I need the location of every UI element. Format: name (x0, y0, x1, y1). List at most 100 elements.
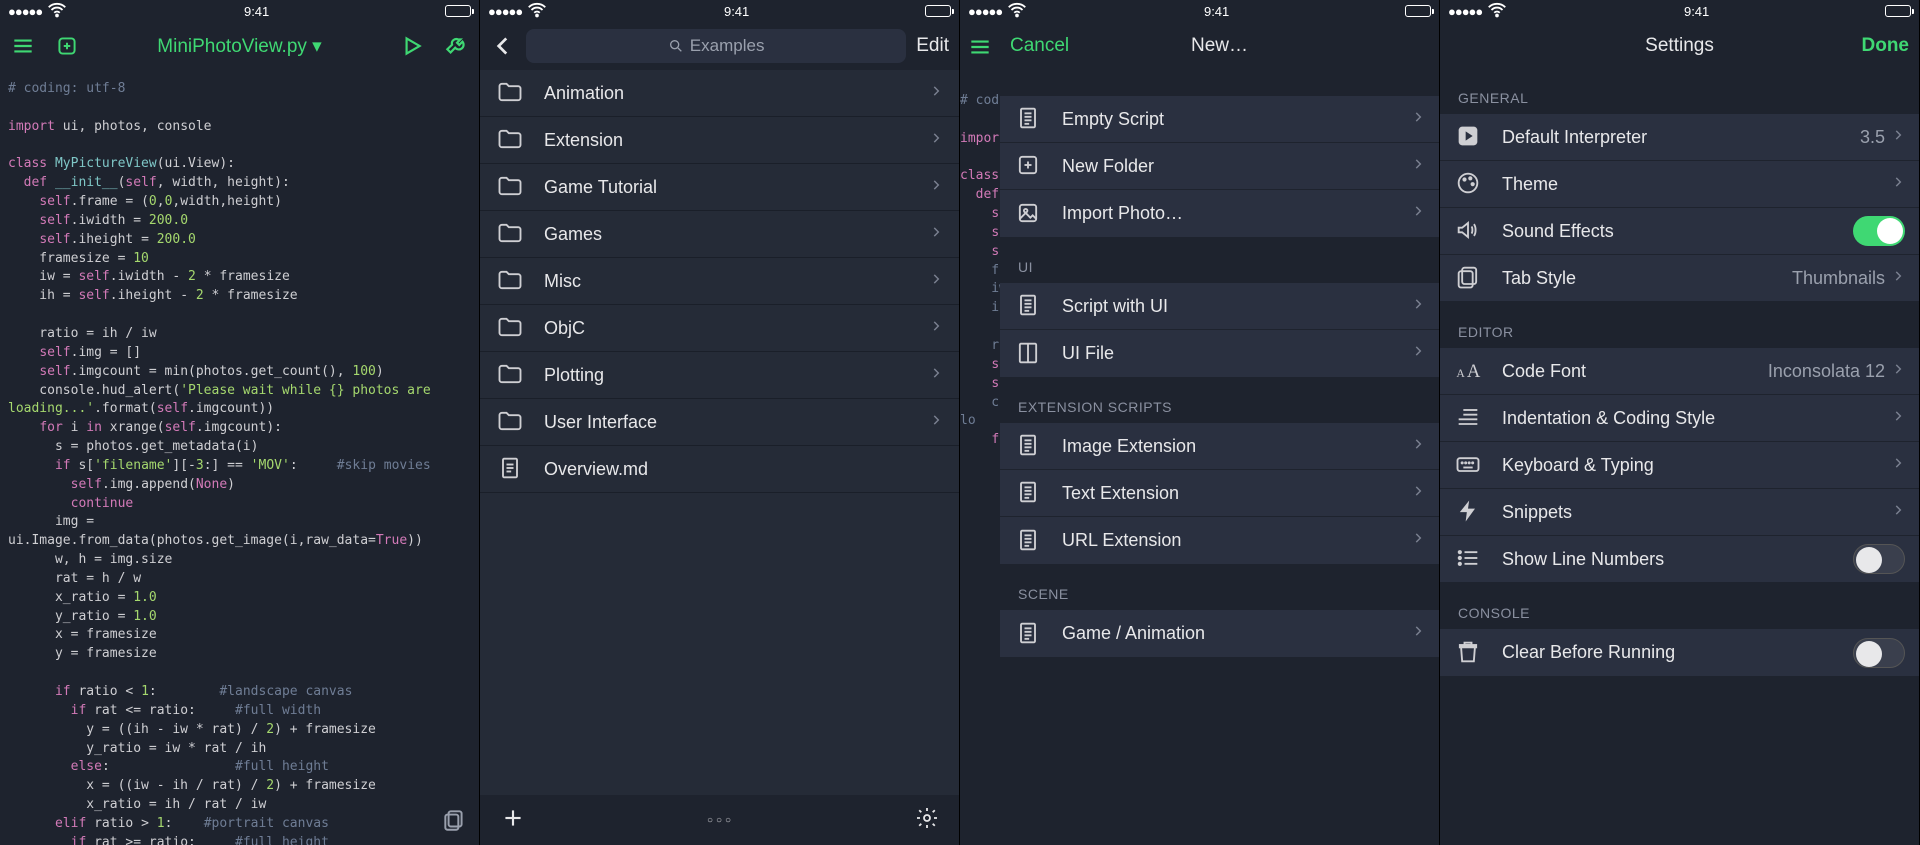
done-button[interactable]: Done (1862, 35, 1910, 57)
list-item[interactable]: Script with UI (1000, 283, 1439, 330)
cancel-button[interactable]: Cancel (1010, 35, 1069, 57)
item-label: Sound Effects (1502, 221, 1853, 242)
list-item[interactable]: Game / Animation (1000, 610, 1439, 657)
indent-icon (1454, 403, 1484, 433)
chevron-right-icon (1891, 503, 1905, 522)
file-icon (496, 454, 526, 484)
list-item[interactable]: Animation (480, 70, 959, 117)
signal-dots-icon: ●●●●● (1448, 4, 1482, 19)
menu-button[interactable] (10, 33, 36, 59)
list-item[interactable]: Import Photo… (1000, 190, 1439, 237)
status-bar: ●●●●● 9:41 (960, 0, 1439, 22)
settings-row[interactable]: Sound Effects (1440, 208, 1919, 255)
script-icon (1014, 478, 1044, 508)
value-label: 3.5 (1860, 127, 1885, 148)
settings-row[interactable]: Default Interpreter3.5 (1440, 114, 1919, 161)
settings-row[interactable]: AA Code FontInconsolata 12 (1440, 348, 1919, 395)
item-label: Misc (544, 271, 929, 292)
folder-icon (496, 407, 526, 437)
status-bar: ●●●●● 9:41 (480, 0, 959, 22)
chevron-right-icon (1891, 128, 1905, 147)
list-item[interactable]: Game Tutorial (480, 164, 959, 211)
navbar: Cancel New… (1000, 22, 1439, 70)
list-item[interactable]: Misc (480, 258, 959, 305)
folder-icon (496, 219, 526, 249)
wifi-icon (46, 0, 68, 24)
toolbar: ○○○ (480, 795, 959, 845)
item-label: User Interface (544, 412, 929, 433)
toggle-switch[interactable] (1853, 216, 1905, 246)
list-item[interactable]: Extension (480, 117, 959, 164)
settings-row[interactable]: Show Line Numbers (1440, 536, 1919, 583)
list-item[interactable]: Overview.md (480, 446, 959, 493)
font-icon: AA (1454, 356, 1484, 386)
section-header: EXTENSION SCRIPTS (1000, 377, 1439, 423)
list-item[interactable]: User Interface (480, 399, 959, 446)
edit-button[interactable]: Edit (916, 35, 949, 57)
section-header: GENERAL (1440, 78, 1919, 114)
add-tab-button[interactable] (54, 33, 80, 59)
list-item[interactable]: Text Extension (1000, 470, 1439, 517)
list-item[interactable]: Plotting (480, 352, 959, 399)
item-label: Default Interpreter (1502, 127, 1860, 148)
pages-icon[interactable] (441, 807, 467, 833)
settings-row[interactable]: Clear Before Running (1440, 629, 1919, 676)
settings-button[interactable] (915, 806, 939, 835)
item-label: Script with UI (1062, 296, 1411, 317)
item-label: Snippets (1502, 502, 1891, 523)
item-label: Image Extension (1062, 436, 1411, 457)
run-button[interactable] (399, 33, 425, 59)
uifile-icon (1014, 339, 1044, 369)
list-item[interactable]: New Folder (1000, 143, 1439, 190)
status-time: 9:41 (1684, 4, 1709, 19)
keyboard-icon (1454, 450, 1484, 480)
background-code-peek: # codi import class M def se se se fr iw… (960, 92, 1000, 450)
script-icon (1014, 619, 1044, 649)
item-label: ObjC (544, 318, 929, 339)
chevron-right-icon (1891, 456, 1905, 475)
battery-icon (925, 5, 951, 17)
chevron-right-icon (1411, 624, 1425, 643)
wrench-button[interactable] (443, 33, 469, 59)
screen-settings: ●●●●● 9:41 Settings Done GENERAL Default… (1440, 0, 1920, 845)
background-stripe: # codi import class M def se se se fr iw… (960, 22, 1000, 845)
screen-new: ●●●●● 9:41 # codi import class M def se … (960, 0, 1440, 845)
chevron-right-icon (1411, 157, 1425, 176)
list-item[interactable]: Games (480, 211, 959, 258)
chevron-right-icon (929, 272, 943, 291)
item-label: Code Font (1502, 361, 1768, 382)
search-placeholder: Examples (690, 36, 765, 56)
settings-row[interactable]: Tab StyleThumbnails (1440, 255, 1919, 302)
signal-dots-icon: ●●●●● (8, 4, 42, 19)
list-item[interactable]: Image Extension (1000, 423, 1439, 470)
chevron-right-icon (929, 178, 943, 197)
settings-row[interactable]: Indentation & Coding Style (1440, 395, 1919, 442)
status-bar: ●●●●● 9:41 (0, 0, 479, 22)
list-item[interactable]: URL Extension (1000, 517, 1439, 564)
back-button[interactable] (490, 33, 516, 59)
settings-row[interactable]: Snippets (1440, 489, 1919, 536)
list-item[interactable]: UI File (1000, 330, 1439, 377)
list-item[interactable]: ObjC (480, 305, 959, 352)
search-input[interactable]: Examples (526, 29, 906, 63)
add-button[interactable] (500, 805, 526, 836)
toggle-switch[interactable] (1853, 638, 1905, 668)
more-button[interactable]: ○○○ (707, 815, 734, 826)
code-editor[interactable]: # coding: utf-8 import ui, photos, conso… (0, 70, 479, 845)
navbar: Settings Done (1440, 22, 1919, 70)
newfolder-icon (1014, 151, 1044, 181)
photo-icon (1014, 199, 1044, 229)
list-item[interactable]: Empty Script (1000, 96, 1439, 143)
item-label: Extension (544, 130, 929, 151)
folder-icon (496, 78, 526, 108)
new-list: Empty Script New Folder Import Photo… UI… (1000, 70, 1439, 657)
chevron-right-icon (1411, 204, 1425, 223)
settings-row[interactable]: Keyboard & Typing (1440, 442, 1919, 489)
item-label: Overview.md (544, 459, 943, 480)
settings-row[interactable]: Theme (1440, 161, 1919, 208)
toggle-switch[interactable] (1853, 544, 1905, 574)
value-label: Thumbnails (1792, 268, 1885, 289)
chevron-right-icon (1411, 437, 1425, 456)
chevron-right-icon (1411, 531, 1425, 550)
section-header: SCENE (1000, 564, 1439, 610)
